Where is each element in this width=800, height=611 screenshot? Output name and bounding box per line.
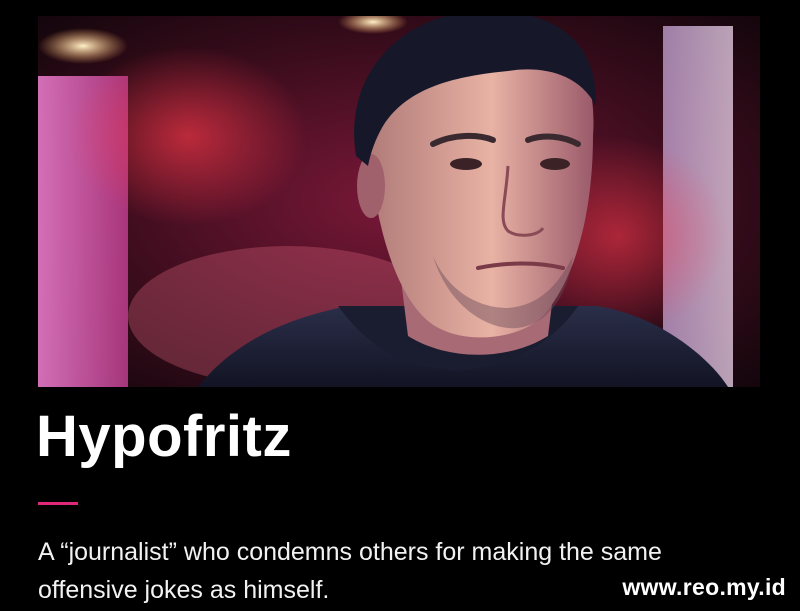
watermark-text: www.reo.my.id [622, 574, 786, 600]
portrait-photo [38, 16, 760, 387]
accent-divider [38, 502, 78, 505]
portrait-illustration [38, 16, 760, 387]
profile-name: Hypofritz [36, 404, 292, 469]
